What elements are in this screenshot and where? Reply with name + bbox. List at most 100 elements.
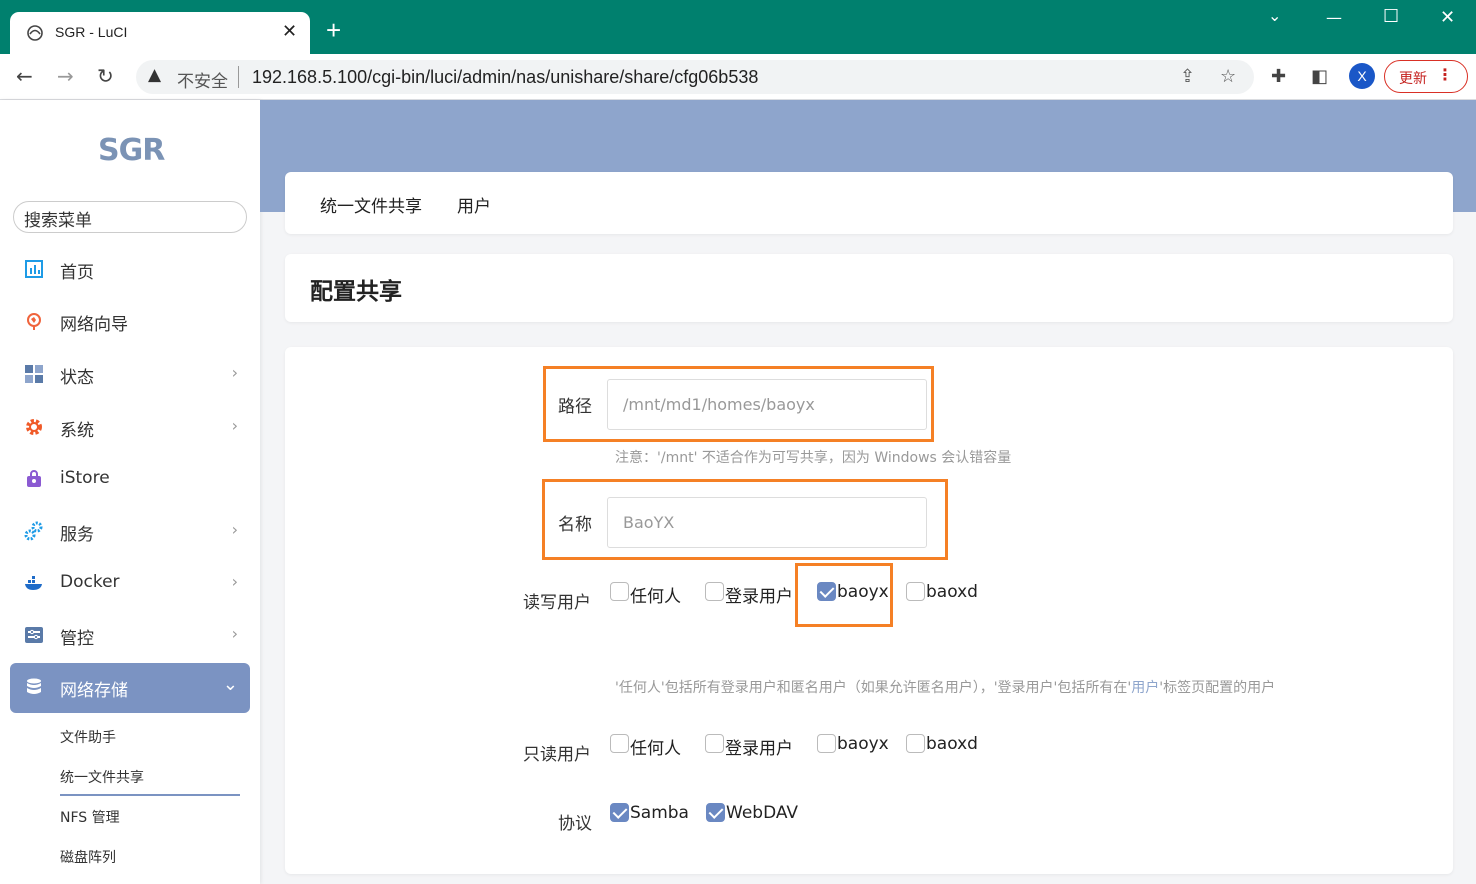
option-label: Samba: [630, 803, 689, 823]
sidebar-item-istore[interactable]: iStore: [10, 455, 250, 505]
webdav-checkbox[interactable]: [706, 803, 725, 822]
browser-titlebar: SGR - LuCI ✕ + ⌄ — ☐ ✕: [0, 0, 1476, 54]
page-title: 配置共享: [310, 279, 402, 305]
ro-baoyx-checkbox[interactable]: [817, 734, 836, 753]
services-gears-icon: [24, 521, 43, 541]
chevron-right-icon: ›: [231, 520, 238, 539]
bookmark-star-icon[interactable]: ☆: [1220, 66, 1236, 87]
rw-logged-in-checkbox[interactable]: [705, 582, 724, 601]
users-note-text-a: '任何人'包括所有登录用户和匿名用户（如果允许匿名用户），'登录用户'包括所有在…: [615, 680, 1132, 696]
sidebar-item-label: 系统: [60, 421, 94, 441]
sidebar-item-home[interactable]: 首页: [10, 245, 250, 295]
insecure-label: 不安全: [177, 72, 228, 92]
store-bag-icon: [27, 470, 41, 487]
menu-dots-icon: ⋮: [1437, 65, 1453, 84]
sidebar-subitem-file-assistant[interactable]: 文件助手: [60, 727, 116, 747]
tab-search-chevron-icon[interactable]: ⌄: [1268, 6, 1281, 25]
sidebar: SGR 搜索菜单 首页 网络向导 状态 › 系统 › iStore 服务 › D…: [0, 100, 260, 884]
users-note-text-b: '标签页配置的用户: [1159, 680, 1276, 696]
option-label: baoxd: [926, 734, 978, 754]
rw-anyone-checkbox[interactable]: [610, 582, 629, 601]
sidebar-item-status[interactable]: 状态 ›: [10, 350, 250, 400]
sidebar-item-label: 服务: [60, 525, 94, 545]
side-panel-icon[interactable]: ◧: [1311, 66, 1328, 87]
option-label: baoyx: [837, 734, 889, 754]
browser-toolbar: ← → ↻ ▲ 不安全 192.168.5.100/cgi-bin/luci/a…: [0, 54, 1476, 100]
highlight-box-baoyx: [795, 563, 893, 627]
globe-icon: [27, 313, 41, 330]
tab-bar: 统一文件共享 用户: [285, 172, 1453, 234]
option-label: WebDAV: [726, 803, 799, 823]
browser-tab[interactable]: SGR - LuCI ✕: [10, 12, 310, 54]
address-bar[interactable]: ▲ 不安全 192.168.5.100/cgi-bin/luci/admin/n…: [136, 60, 1254, 94]
sidebar-item-network-wizard[interactable]: 网络向导: [10, 297, 250, 347]
tab-title: SGR - LuCI: [55, 24, 128, 40]
option-label: 登录用户: [725, 587, 793, 607]
ro-users-label: 只读用户: [523, 745, 591, 765]
chevron-right-icon: ›: [231, 624, 238, 643]
option-label: 任何人: [630, 739, 681, 759]
path-note: 注意：'/mnt' 不适合作为可写共享，因为 Windows 会认错容量: [615, 450, 1012, 466]
ro-anyone-checkbox[interactable]: [610, 734, 629, 753]
sidebar-item-label: 网络向导: [60, 315, 128, 335]
share-icon[interactable]: ⇪: [1180, 66, 1195, 87]
sidebar-subitem-raid[interactable]: 磁盘阵列: [60, 847, 116, 867]
users-tab-link[interactable]: 用户: [1131, 680, 1159, 696]
chevron-right-icon: ›: [231, 572, 238, 591]
minimize-icon[interactable]: —: [1326, 8, 1342, 27]
url-text[interactable]: 192.168.5.100/cgi-bin/luci/admin/nas/uni…: [252, 67, 758, 88]
gear-icon: [26, 419, 42, 435]
sidebar-item-label: Docker: [60, 572, 120, 592]
sidebar-item-services[interactable]: 服务 ›: [10, 507, 250, 557]
update-label: 更新: [1399, 71, 1427, 87]
ro-logged-in-checkbox[interactable]: [705, 734, 724, 753]
sidebar-item-docker[interactable]: Docker ›: [10, 559, 250, 609]
dashboard-icon: [25, 260, 43, 278]
users-note: '任何人'包括所有登录用户和匿名用户（如果允许匿名用户），'登录用户'包括所有在…: [615, 677, 1275, 697]
samba-checkbox[interactable]: [610, 803, 629, 822]
highlight-box-name: [542, 479, 948, 560]
extensions-puzzle-icon[interactable]: ✚: [1271, 66, 1286, 87]
highlight-box-path: [543, 366, 934, 442]
chevron-right-icon: ›: [231, 416, 238, 435]
status-grid-icon: [25, 365, 43, 383]
sidebar-item-label: 管控: [60, 629, 94, 649]
option-label: 任何人: [630, 587, 681, 607]
sidebar-item-system[interactable]: 系统 ›: [10, 403, 250, 453]
docker-whale-icon: [25, 576, 42, 590]
update-button[interactable]: 更新 ⋮: [1384, 60, 1468, 93]
title-card: 配置共享: [285, 254, 1453, 322]
rw-users-label: 读写用户: [523, 593, 591, 613]
sgr-logo: SGR: [98, 133, 165, 168]
sidebar-item-label: iStore: [60, 468, 110, 488]
option-label: 登录用户: [725, 739, 793, 759]
active-subitem-underline: [60, 794, 240, 796]
tab-close-icon[interactable]: ✕: [282, 21, 297, 42]
tab-users[interactable]: 用户: [457, 192, 491, 217]
protocol-label: 协议: [558, 814, 592, 834]
control-panel-icon: [25, 627, 43, 643]
maximize-icon[interactable]: ☐: [1383, 6, 1399, 27]
sidebar-subitem-nfs[interactable]: NFS 管理: [60, 807, 120, 827]
new-tab-icon[interactable]: +: [326, 17, 341, 43]
forward-icon[interactable]: →: [57, 64, 74, 88]
back-icon[interactable]: ←: [16, 64, 33, 88]
sidebar-item-label: 首页: [60, 263, 94, 283]
option-label: baoxd: [926, 582, 978, 602]
tab-favicon-icon: [27, 25, 43, 41]
window-close-icon[interactable]: ✕: [1440, 7, 1455, 28]
sidebar-item-label: 状态: [60, 368, 94, 388]
sidebar-item-control[interactable]: 管控 ›: [10, 611, 250, 661]
tab-unified-share[interactable]: 统一文件共享: [320, 192, 422, 217]
sidebar-item-network-storage[interactable]: 网络存储 ⌄: [10, 663, 250, 713]
ro-baoxd-checkbox[interactable]: [906, 734, 925, 753]
profile-avatar[interactable]: X: [1349, 63, 1375, 89]
sidebar-item-label: 网络存储: [60, 681, 128, 701]
rw-baoxd-checkbox[interactable]: [906, 582, 925, 601]
storage-db-icon: [27, 678, 41, 694]
sidebar-subitem-unified-share[interactable]: 统一文件共享: [60, 767, 144, 787]
address-separator: [238, 66, 239, 88]
menu-search-input[interactable]: 搜索菜单: [13, 201, 247, 233]
reload-icon[interactable]: ↻: [97, 64, 114, 88]
warning-icon: ▲: [148, 65, 162, 85]
